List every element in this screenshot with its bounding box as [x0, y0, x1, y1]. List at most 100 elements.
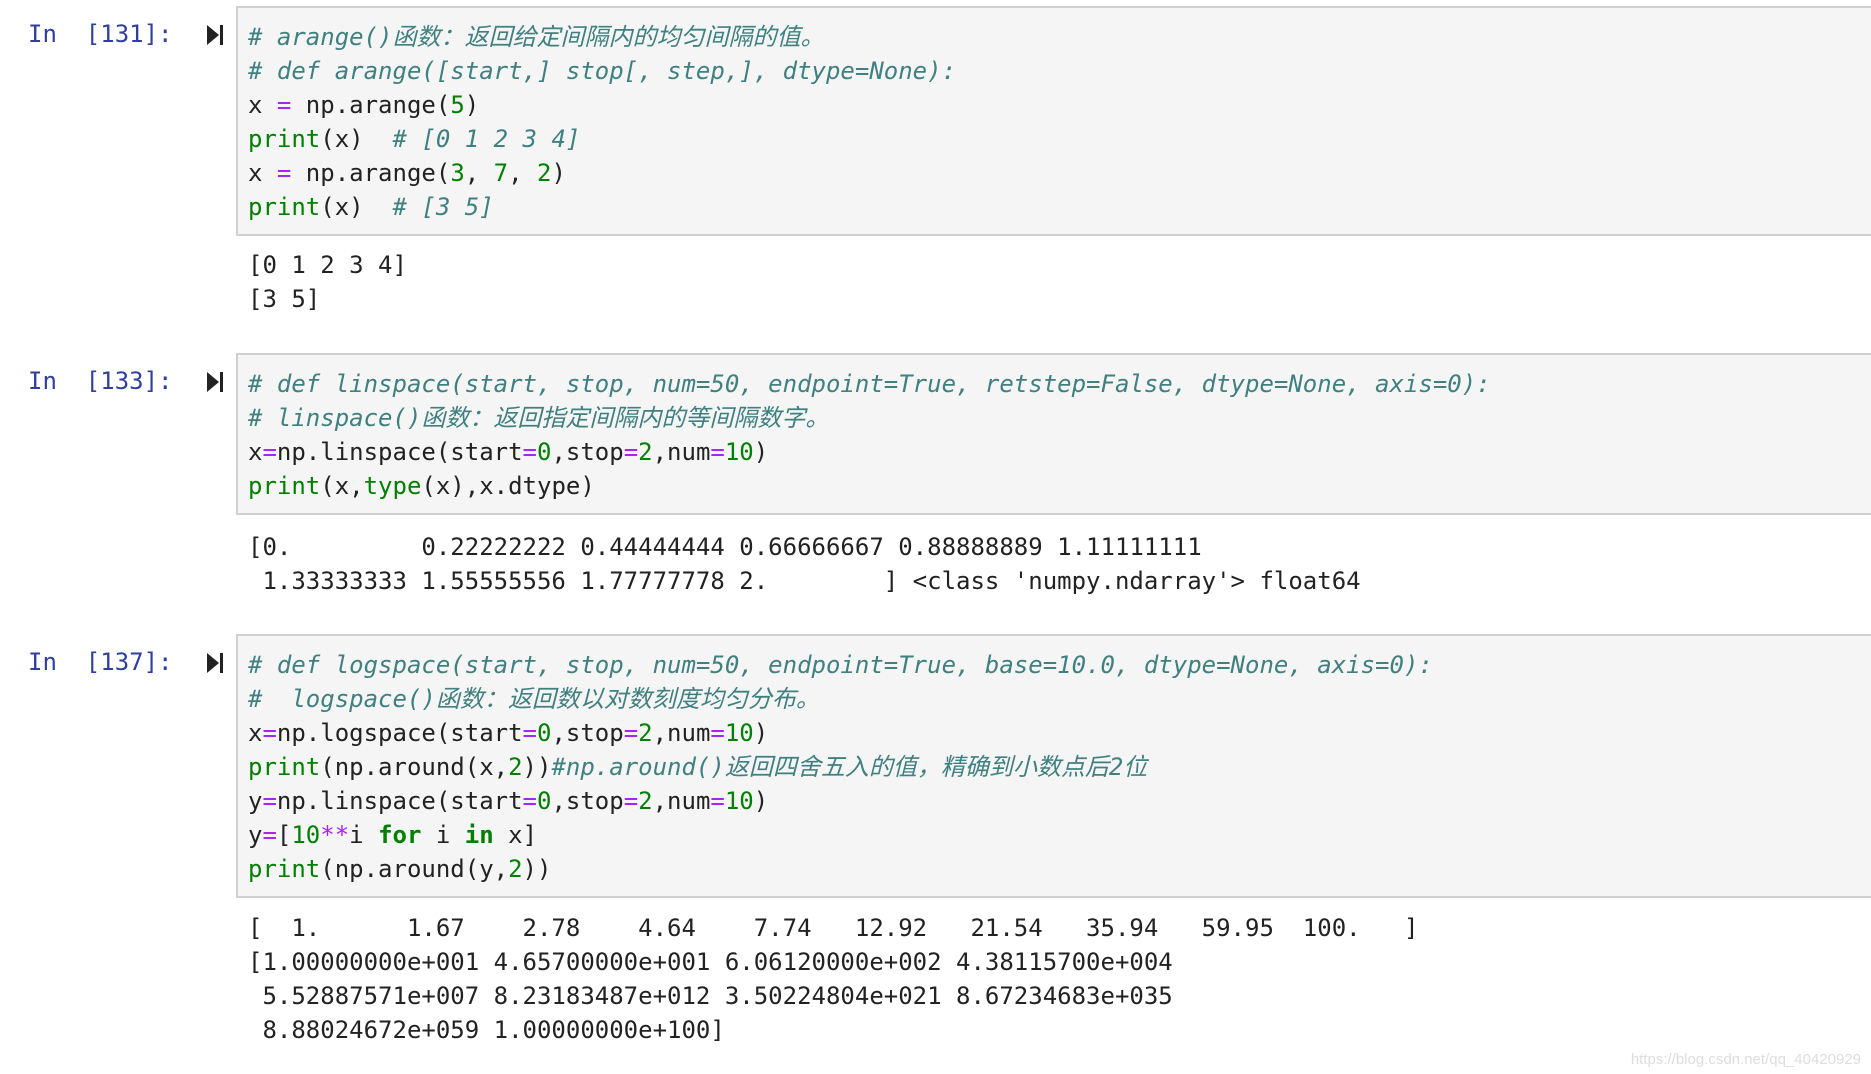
- code-token: 2: [638, 787, 653, 815]
- code-token: print: [248, 855, 321, 883]
- code-token: ,: [464, 159, 494, 187]
- code-token: 5: [450, 91, 465, 119]
- cell-output: [0 1 2 3 4] [3 5]: [248, 248, 407, 316]
- code-token: x: [248, 159, 277, 187]
- code-token: (x,: [320, 472, 364, 500]
- code-token: np.linspace(start: [276, 787, 523, 815]
- code-token: # [3 5]: [392, 193, 494, 221]
- code-line: x = np.arange(5): [248, 88, 1871, 122]
- code-token: 7: [493, 159, 509, 187]
- code-line: print(x) # [3 5]: [248, 190, 1871, 224]
- code-token: =: [710, 719, 725, 747]
- code-token: in: [464, 821, 494, 849]
- code-token: ,: [508, 159, 538, 187]
- run-cell-icon[interactable]: [204, 22, 226, 48]
- code-editor[interactable]: # def logspace(start, stop, num=50, endp…: [236, 634, 1871, 898]
- code-lines: # def logspace(start, stop, num=50, endp…: [248, 648, 1871, 886]
- code-token: 2: [537, 159, 552, 187]
- code-token: print: [248, 472, 321, 500]
- code-token: # arange()函数：返回给定间隔内的均匀间隔的值。: [248, 23, 825, 51]
- code-token: 10: [291, 821, 321, 849]
- code-token: =: [623, 787, 639, 815]
- code-line: x = np.arange(3, 7, 2): [248, 156, 1871, 190]
- watermark: https://blog.csdn.net/qq_40420929: [1630, 1051, 1861, 1068]
- code-token: ): [551, 159, 566, 187]
- code-token: (x): [320, 193, 393, 221]
- code-line: print(np.around(x,2))#np.around()返回四舍五入的…: [248, 750, 1871, 784]
- cell-output: [ 1. 1.67 2.78 4.64 7.74 12.92 21.54 35.…: [248, 911, 1418, 1047]
- code-token: **: [320, 821, 350, 849]
- code-token: =: [262, 787, 277, 815]
- code-token: 0: [537, 719, 552, 747]
- code-lines: # def linspace(start, stop, num=50, endp…: [248, 367, 1871, 503]
- output-line: 1.33333333 1.55555556 1.77777778 2. ] <c…: [248, 567, 1361, 595]
- code-line: y=[10**i for i in x]: [248, 818, 1871, 852]
- code-line: print(x,type(x),x.dtype): [248, 469, 1871, 503]
- code-token: =: [522, 719, 537, 747]
- code-token: (x),x.dtype): [421, 472, 595, 500]
- code-token: 0: [537, 787, 552, 815]
- code-lines: # arange()函数：返回给定间隔内的均匀间隔的值。 # def arange…: [248, 20, 1871, 224]
- code-line: y=np.linspace(start=0,stop=2,num=10): [248, 784, 1871, 818]
- code-token: # def logspace(start, stop, num=50, endp…: [248, 651, 1433, 679]
- code-token: ,stop: [551, 719, 624, 747]
- code-token: ,num: [652, 438, 711, 466]
- code-token: =: [623, 438, 639, 466]
- code-token: [: [276, 821, 292, 849]
- code-token: y: [248, 821, 263, 849]
- code-token: )): [522, 753, 552, 781]
- code-token: print: [248, 125, 321, 153]
- output-line: 8.88024672e+059 1.00000000e+100]: [248, 1016, 725, 1044]
- code-token: x: [248, 438, 263, 466]
- run-cell-icon[interactable]: [204, 369, 226, 395]
- code-token: 2: [638, 438, 653, 466]
- code-token: =: [522, 787, 537, 815]
- code-token: 10: [724, 787, 754, 815]
- code-token: # linspace()函数：返回指定间隔内的等间隔数字。: [248, 404, 830, 432]
- output-line: [ 1. 1.67 2.78 4.64 7.74 12.92 21.54 35.…: [248, 914, 1419, 942]
- code-token: 2: [638, 719, 653, 747]
- code-token: =: [623, 719, 639, 747]
- run-cell-icon[interactable]: [204, 650, 226, 676]
- output-line: [3 5]: [248, 285, 321, 313]
- code-token: =: [262, 719, 277, 747]
- code-token: =: [276, 159, 292, 187]
- code-editor[interactable]: # def linspace(start, stop, num=50, endp…: [236, 353, 1871, 515]
- code-token: x: [248, 719, 263, 747]
- code-line: # def arange([start,] stop[, step,], dty…: [248, 54, 1871, 88]
- code-token: x: [248, 91, 277, 119]
- code-token: ): [753, 438, 769, 466]
- code-token: np.arange(: [291, 91, 451, 119]
- code-token: ,stop: [551, 438, 624, 466]
- code-token: ): [464, 91, 480, 119]
- code-token: (x): [320, 125, 393, 153]
- code-token: =: [262, 821, 277, 849]
- output-line: 5.52887571e+007 8.23183487e+012 3.502248…: [248, 982, 1173, 1010]
- code-token: ,num: [652, 787, 711, 815]
- output-line: [0. 0.22222222 0.44444444 0.66666667 0.8…: [248, 533, 1202, 561]
- code-token: x]: [493, 821, 538, 849]
- code-token: ,num: [652, 719, 711, 747]
- code-token: 2: [508, 855, 523, 883]
- code-line: x=np.logspace(start=0,stop=2,num=10): [248, 716, 1871, 750]
- code-token: i: [349, 821, 379, 849]
- cell-prompt: In [131]:: [28, 20, 173, 48]
- code-token: #np.around()返回四舍五入的值，精确到小数点后2位: [551, 753, 1148, 781]
- code-token: ,stop: [551, 787, 624, 815]
- code-token: 0: [537, 438, 552, 466]
- code-editor[interactable]: # arange()函数：返回给定间隔内的均匀间隔的值。 # def arange…: [236, 6, 1871, 236]
- code-token: =: [276, 91, 292, 119]
- code-token: np.arange(: [291, 159, 451, 187]
- code-token: 10: [724, 438, 754, 466]
- code-token: ): [753, 787, 769, 815]
- code-token: (np.around(y,: [320, 855, 509, 883]
- code-token: y: [248, 787, 263, 815]
- code-token: 3: [450, 159, 465, 187]
- code-token: =: [262, 438, 277, 466]
- code-token: =: [710, 438, 725, 466]
- code-token: 2: [508, 753, 523, 781]
- code-token: # logspace()函数：返回数以对数刻度均匀分布。: [248, 685, 820, 713]
- code-line: print(x) # [0 1 2 3 4]: [248, 122, 1871, 156]
- output-line: [1.00000000e+001 4.65700000e+001 6.06120…: [248, 948, 1173, 976]
- code-token: (np.around(x,: [320, 753, 509, 781]
